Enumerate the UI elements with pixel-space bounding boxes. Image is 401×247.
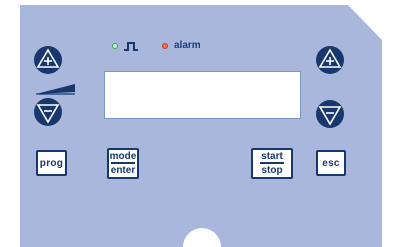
- right-down-minus-button[interactable]: [316, 100, 344, 128]
- esc-key[interactable]: esc: [316, 150, 346, 176]
- left-down-minus-button[interactable]: [34, 98, 62, 126]
- pulse-indicator: [112, 40, 138, 52]
- right-up-plus-button[interactable]: [316, 46, 344, 74]
- square-wave-icon: [124, 42, 138, 51]
- esc-key-label: esc: [322, 157, 340, 169]
- prog-key[interactable]: prog: [36, 150, 67, 176]
- start-stop-key[interactable]: start stop: [251, 148, 293, 179]
- left-up-plus-button[interactable]: [34, 46, 62, 74]
- green-led: [112, 43, 118, 49]
- stop-key-label: stop: [261, 164, 283, 176]
- alarm-indicator: alarm: [162, 40, 201, 52]
- plus-up-icon: [36, 48, 60, 68]
- red-led: [162, 43, 168, 49]
- key-divider: [111, 162, 135, 164]
- plus-up-icon: [318, 48, 342, 68]
- mode-key-label: mode: [109, 151, 137, 163]
- lcd-display: [104, 71, 301, 119]
- alarm-label: alarm: [174, 40, 201, 51]
- minus-down-icon: [36, 104, 60, 124]
- key-divider: [260, 162, 284, 164]
- mode-enter-key[interactable]: mode enter: [107, 148, 139, 179]
- minus-down-icon: [318, 106, 342, 126]
- prog-key-label: prog: [39, 157, 64, 169]
- start-key-label: start: [261, 151, 283, 163]
- enter-key-label: enter: [110, 164, 136, 176]
